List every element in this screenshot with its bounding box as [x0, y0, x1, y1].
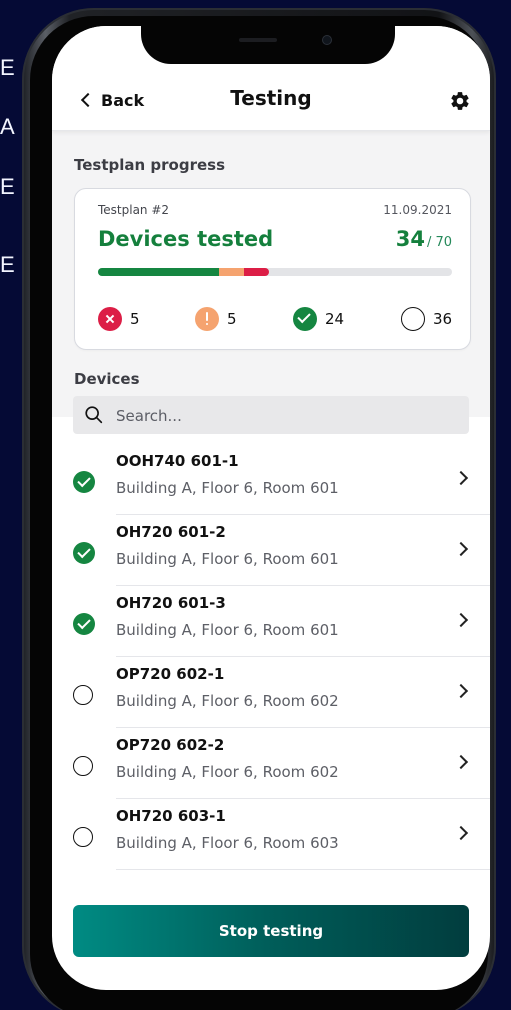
tested-number: 34	[395, 227, 425, 251]
untested-circle-icon	[73, 827, 93, 847]
device-location: Building A, Floor 6, Room 601	[116, 550, 339, 568]
device-name: OP720 602-2	[116, 736, 225, 754]
side-letter-4: E	[0, 252, 15, 277]
untested-circle-icon	[401, 307, 425, 331]
passed-check-icon	[73, 613, 95, 635]
progress-bar	[98, 268, 452, 276]
failed-count: 5	[130, 310, 140, 328]
device-row[interactable]: OP720 602-1 Building A, Floor 6, Room 60…	[52, 657, 490, 728]
devices-section-label: Devices	[74, 370, 140, 388]
device-location: Building A, Floor 6, Room 601	[116, 621, 339, 639]
passed-check-icon	[293, 307, 317, 331]
testplan-card: Testplan #2 11.09.2021 Devices tested 34…	[74, 188, 471, 350]
warning-exclamation-icon	[195, 307, 219, 331]
device-row[interactable]: OOH740 601-1 Building A, Floor 6, Room 6…	[52, 444, 490, 515]
untested-circle-icon	[73, 685, 93, 705]
device-name: OH720 601-3	[116, 594, 226, 612]
speaker-grille	[239, 38, 277, 42]
stop-testing-button[interactable]: Stop testing	[73, 905, 469, 957]
side-letter-1: E	[0, 55, 15, 80]
progress-failed-segment	[244, 268, 269, 276]
side-letter-2: A	[0, 114, 15, 139]
side-letter-3: E	[0, 174, 15, 199]
device-location: Building A, Floor 6, Room 602	[116, 692, 339, 710]
stat-untested: 36	[401, 307, 452, 331]
untested-circle-icon	[73, 756, 93, 776]
chevron-right-icon	[453, 470, 469, 486]
chevron-right-icon	[453, 683, 469, 699]
search-field[interactable]	[73, 396, 469, 436]
device-location: Building A, Floor 6, Room 601	[116, 479, 339, 497]
check-mark	[77, 473, 91, 488]
device-name: OH720 603-1	[116, 807, 226, 825]
error-x-icon	[98, 307, 122, 331]
device-name: OH720 601-2	[116, 523, 226, 541]
testplan-date: 11.09.2021	[383, 203, 452, 217]
device-row[interactable]: OP720 602-2 Building A, Floor 6, Room 60…	[52, 728, 490, 799]
passed-check-icon	[73, 471, 95, 493]
passed-count: 24	[325, 310, 345, 328]
row-divider	[116, 869, 490, 870]
warning-count: 5	[227, 310, 237, 328]
phone-notch	[141, 26, 395, 64]
front-camera	[322, 35, 332, 45]
device-location: Building A, Floor 6, Room 603	[116, 834, 339, 852]
tested-count: 34/ 70	[396, 227, 452, 251]
chevron-right-icon	[453, 754, 469, 770]
testplan-name: Testplan #2	[98, 203, 170, 217]
chevron-right-icon	[453, 612, 469, 628]
device-row[interactable]: OH720 603-1 Building A, Floor 6, Room 60…	[52, 799, 490, 870]
progress-warning-segment	[219, 268, 244, 276]
device-name: OOH740 601-1	[116, 452, 239, 470]
untested-count: 36	[433, 310, 453, 328]
gear-icon[interactable]	[449, 90, 471, 112]
stat-failed: 5	[98, 307, 140, 331]
tested-total: / 70	[426, 235, 452, 250]
device-location: Building A, Floor 6, Room 602	[116, 763, 339, 781]
search-icon	[85, 406, 103, 424]
device-name: OP720 602-1	[116, 665, 225, 683]
stat-warning: 5	[195, 307, 237, 331]
devices-tested-heading: Devices tested	[98, 227, 274, 251]
summary-panel: Testplan progress Testplan #2 11.09.2021…	[52, 130, 490, 417]
device-row[interactable]: OH720 601-2 Building A, Floor 6, Room 60…	[52, 515, 490, 586]
check-mark	[77, 544, 91, 559]
search-input[interactable]	[114, 396, 458, 436]
passed-check-icon	[73, 542, 95, 564]
chevron-right-icon	[453, 825, 469, 841]
check-mark	[77, 615, 91, 630]
stat-passed: 24	[293, 307, 344, 331]
progress-passed-segment	[98, 268, 219, 276]
phone-screen: Back Testing Testplan progress Testplan …	[52, 26, 490, 990]
chevron-right-icon	[453, 541, 469, 557]
device-row[interactable]: OH720 601-3 Building A, Floor 6, Room 60…	[52, 586, 490, 657]
page-title: Testing	[230, 86, 312, 110]
device-frame: E A E E Back Testing Testplan progress T…	[0, 0, 511, 1010]
testplan-progress-label: Testplan progress	[74, 156, 226, 174]
